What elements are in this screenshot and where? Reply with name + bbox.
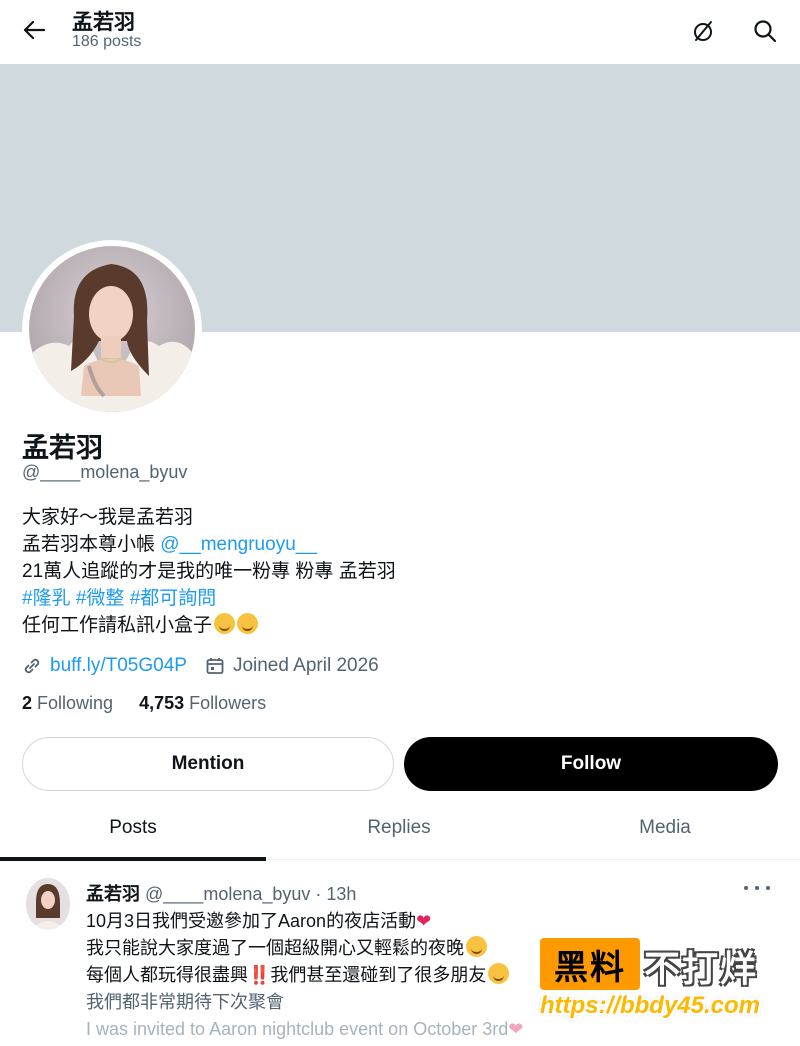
calendar-icon [205, 656, 225, 676]
post-line: 我們都非常期待下次聚會 [86, 992, 284, 1012]
post-line-text: I was invited to Aaron nightclub event o… [86, 1019, 509, 1039]
bio-line-2-text: 孟若羽本尊小帳 [22, 534, 161, 555]
website-link[interactable]: buff.ly/T05G04P [50, 655, 187, 677]
bio-hashtags: #隆乳 #微整 #都可詢問 [22, 585, 396, 612]
following-label: Following [37, 693, 114, 713]
follow-counts: 2 Following 4,753 Followers [22, 693, 266, 714]
heart-emoji-icon: ❤ [508, 1019, 524, 1039]
bio-mention-link[interactable]: @__mengruoyu__ [160, 534, 317, 555]
smiling-emoji-icon [214, 613, 236, 634]
back-arrow-icon[interactable] [18, 14, 50, 46]
hashtag-link[interactable]: #都可詢問 [130, 588, 217, 609]
tab-posts[interactable]: Posts [0, 796, 266, 861]
joined-date: Joined April 2026 [232, 655, 379, 676]
header-posts-count: 186 posts [72, 33, 142, 50]
active-tab-indicator [0, 857, 266, 861]
hashtag-link[interactable]: #微整 [76, 588, 125, 609]
mention-button[interactable]: Mention [22, 737, 394, 791]
bio-line-5: 任何工作請私訊小盒子 [22, 612, 396, 639]
post-line-text: 每個人都玩得很盡興‼️我們甚至還碰到了很多朋友 [86, 965, 487, 985]
followers-label: Followers [189, 693, 267, 713]
grok-icon[interactable] [686, 14, 720, 48]
profile-bio: 大家好〜我是孟若羽 孟若羽本尊小帳 @__mengruoyu__ 21萬人追蹤的… [22, 504, 396, 639]
search-icon[interactable] [748, 14, 782, 48]
smiling-emoji-icon [237, 613, 259, 634]
tab-posts-label: Posts [109, 817, 157, 838]
followers-count: 4,753 [139, 693, 185, 713]
following-link[interactable]: 2 Following [22, 693, 113, 714]
bio-line-1: 大家好〜我是孟若羽 [22, 507, 194, 528]
more-options-icon[interactable] [744, 878, 770, 898]
watermark-box-text: 黑料 [540, 938, 640, 990]
post-text: 10月3日我們受邀參加了Aaron的夜店活動❤ 我只能說大家度過了一個超級開心又… [86, 908, 523, 1043]
post-author-name[interactable]: 孟若羽 [86, 884, 140, 904]
tab-replies[interactable]: Replies [266, 796, 532, 860]
top-bar: 孟若羽 186 posts [0, 0, 800, 64]
post-line-text: 10月3日我們受邀參加了Aaron的夜店活動 [86, 911, 417, 931]
watermark-url: https://bbdy45.com [540, 992, 761, 1019]
avatar[interactable] [29, 246, 195, 412]
profile-tabs: Posts Replies Media [0, 796, 800, 861]
post-line-text: 我只能說大家度過了一個超級開心又輕鬆的夜晚 [86, 938, 464, 958]
link-icon [22, 656, 42, 676]
bio-line-3: 21萬人追蹤的才是我的唯一粉專 粉專 孟若羽 [22, 561, 396, 582]
tab-replies-label: Replies [367, 817, 431, 838]
laughing-emoji-icon [466, 936, 487, 957]
post-line: 我只能說大家度過了一個超級開心又輕鬆的夜晚 [86, 935, 523, 962]
post-line: 每個人都玩得很盡興‼️我們甚至還碰到了很多朋友 [86, 962, 523, 989]
post-line: 10月3日我們受邀參加了Aaron的夜店活動❤ [86, 908, 523, 935]
following-count: 2 [22, 693, 33, 713]
profile-handle: @____molena_byuv [22, 462, 188, 482]
hashtag-link[interactable]: #隆乳 [22, 588, 71, 609]
bio-line-2: 孟若羽本尊小帳 @__mengruoyu__ [22, 531, 396, 558]
follow-button[interactable]: Follow [404, 737, 778, 791]
watermark: 黑料 不打烊 https://bbdy45.com [540, 938, 790, 1028]
bio-line-5-text: 任何工作請私訊小盒子 [22, 615, 213, 636]
heart-emoji-icon: ❤ [416, 911, 432, 931]
post-author-meta: @____molena_byuv · 13h [145, 884, 357, 904]
smiling-emoji-icon [488, 963, 510, 984]
profile-meta: buff.ly/T05G04P Joined April 2026 [22, 652, 379, 680]
post-line: I was invited to Aaron nightclub event o… [86, 1016, 523, 1043]
profile-display-name: 孟若羽 [22, 433, 103, 463]
followers-link[interactable]: 4,753 Followers [139, 693, 266, 714]
header-name: 孟若羽 [72, 11, 135, 34]
tab-media[interactable]: Media [532, 796, 798, 860]
post-avatar[interactable] [26, 878, 70, 930]
watermark-side-text: 不打烊 [644, 948, 759, 989]
post-header: 孟若羽 @____molena_byuv · 13h [86, 880, 356, 906]
tab-media-label: Media [639, 817, 691, 838]
